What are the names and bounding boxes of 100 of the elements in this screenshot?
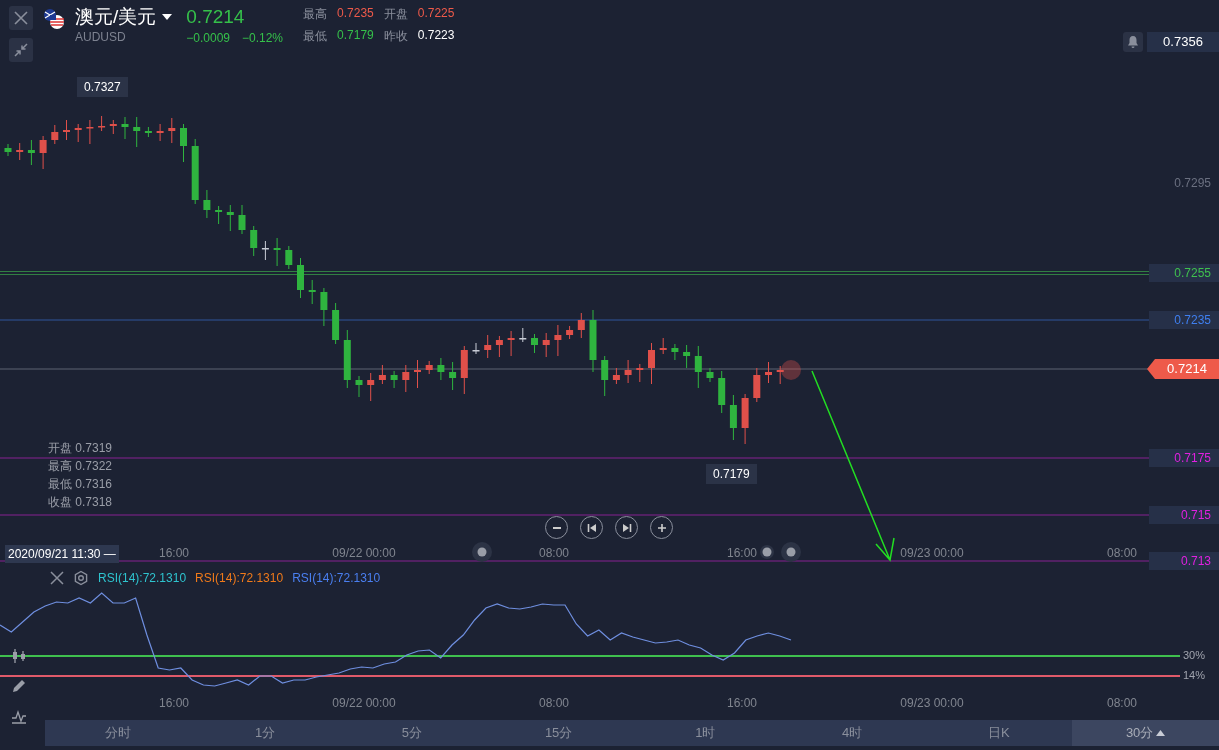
candlestick [507, 330, 515, 357]
marker-dot [781, 542, 801, 562]
time-label: 09/22 00:00 [332, 546, 396, 560]
candlestick [226, 204, 234, 232]
flag-icon [43, 8, 65, 30]
price-label: 0.715 [1149, 506, 1219, 524]
candlestick [472, 342, 480, 355]
candlestick [191, 138, 199, 205]
candlestick [460, 345, 468, 395]
ohlc-readout: 收盘 0.7318 [48, 494, 113, 511]
candlestick [718, 370, 726, 414]
candlestick [659, 337, 667, 355]
zoom-in-button[interactable] [650, 516, 673, 539]
candlestick [144, 126, 152, 138]
timeframe-tab[interactable]: 30分 [1072, 720, 1219, 746]
crosshair-time: 2020/09/21 11:30 — [5, 545, 119, 563]
collapse-button[interactable] [9, 38, 33, 62]
close-icon [13, 10, 29, 26]
timeframe-tab[interactable]: 1分 [191, 720, 339, 746]
candlestick [729, 394, 737, 441]
candlestick [612, 367, 620, 385]
symbol-code: AUDUSD [75, 30, 127, 44]
timeframe-tab[interactable]: 日K [925, 720, 1073, 746]
candlestick [484, 334, 492, 359]
stat-value: 0.7235 [337, 6, 374, 22]
stat-label: 开盘 [383, 6, 408, 23]
marker-dot [472, 542, 492, 562]
rsi-value: RSI(14):72.1310 [195, 571, 284, 585]
candlestick [554, 324, 562, 357]
candlestick [706, 367, 714, 383]
candlestick [74, 123, 82, 143]
timeframe-tab[interactable]: 4时 [778, 720, 926, 746]
stat-value: 0.7223 [417, 28, 455, 44]
timeframe-tab[interactable]: 15分 [485, 720, 632, 746]
candlestick [320, 287, 328, 327]
candlestick [133, 116, 141, 148]
time-label: 08:00 [539, 696, 569, 710]
step-back-button[interactable] [580, 516, 603, 539]
candlestick [589, 309, 597, 373]
candlestick [308, 279, 316, 305]
price-label: 0.7295 [1173, 175, 1212, 192]
minus-icon [552, 526, 561, 529]
candlestick [519, 327, 527, 343]
time-label: 09/23 00:00 [900, 546, 964, 560]
candlestick [531, 333, 538, 354]
level-label: 14% [1182, 669, 1205, 681]
candlestick [273, 237, 281, 267]
ohlc-readout: 最低 0.7316 [48, 476, 113, 493]
candlestick [355, 375, 363, 398]
time-label: 16:00 [159, 696, 189, 710]
percent-change: −0.12% [242, 31, 284, 45]
time-label: 16:00 [727, 696, 757, 710]
timeframe-tab[interactable]: 1时 [632, 720, 779, 746]
candlestick [414, 359, 421, 389]
candlestick [109, 119, 117, 135]
candles-tool-button[interactable] [10, 647, 28, 665]
candlestick [4, 143, 12, 157]
price-label: 0.7356 [1147, 32, 1219, 52]
candlestick [332, 302, 340, 345]
settings-button[interactable] [73, 570, 89, 586]
close-button[interactable] [9, 6, 33, 30]
candlestick [390, 370, 398, 389]
draw-tool-button[interactable] [10, 677, 28, 695]
candlestick [297, 257, 304, 299]
settings-icon [73, 570, 89, 586]
price-tag-pointer [1147, 359, 1155, 379]
price-callout: 0.7327 [77, 77, 128, 97]
time-label: 09/23 00:00 [900, 696, 964, 710]
candlestick [156, 123, 164, 142]
ohlc-readout: 最高 0.7322 [48, 458, 113, 475]
candlestick [98, 115, 106, 132]
candlestick [203, 189, 211, 219]
candlestick [86, 119, 94, 145]
candlestick [51, 124, 59, 145]
candlestick [753, 367, 761, 403]
candlestick [238, 204, 246, 235]
candlestick [285, 245, 293, 270]
candlestick [16, 142, 24, 161]
bell-icon [1126, 35, 1140, 49]
close-button[interactable] [50, 571, 64, 585]
zoom-out-button[interactable] [545, 516, 568, 539]
time-label: 16:00 [159, 546, 189, 560]
timeframe-tab[interactable]: 分时 [45, 720, 192, 746]
stat-label: 最高 [303, 6, 328, 23]
candlestick [343, 329, 351, 389]
candlestick [694, 345, 702, 389]
candlestick [636, 363, 644, 383]
price-label: 0.7235 [1149, 311, 1219, 329]
dropdown-button[interactable] [162, 14, 173, 20]
candlestick [741, 393, 749, 445]
candlestick [215, 205, 223, 225]
candlestick [63, 119, 70, 141]
candlestick [261, 240, 269, 261]
marker-dot [760, 545, 774, 559]
rsi-value: RSI(14):72.1310 [98, 571, 187, 585]
candlestick-icon [10, 647, 28, 665]
timeframe-tab[interactable]: 5分 [338, 720, 486, 746]
alert-button[interactable] [1123, 32, 1143, 52]
step-forward-button[interactable] [615, 516, 638, 539]
current-price: 0.7214 [186, 6, 246, 28]
